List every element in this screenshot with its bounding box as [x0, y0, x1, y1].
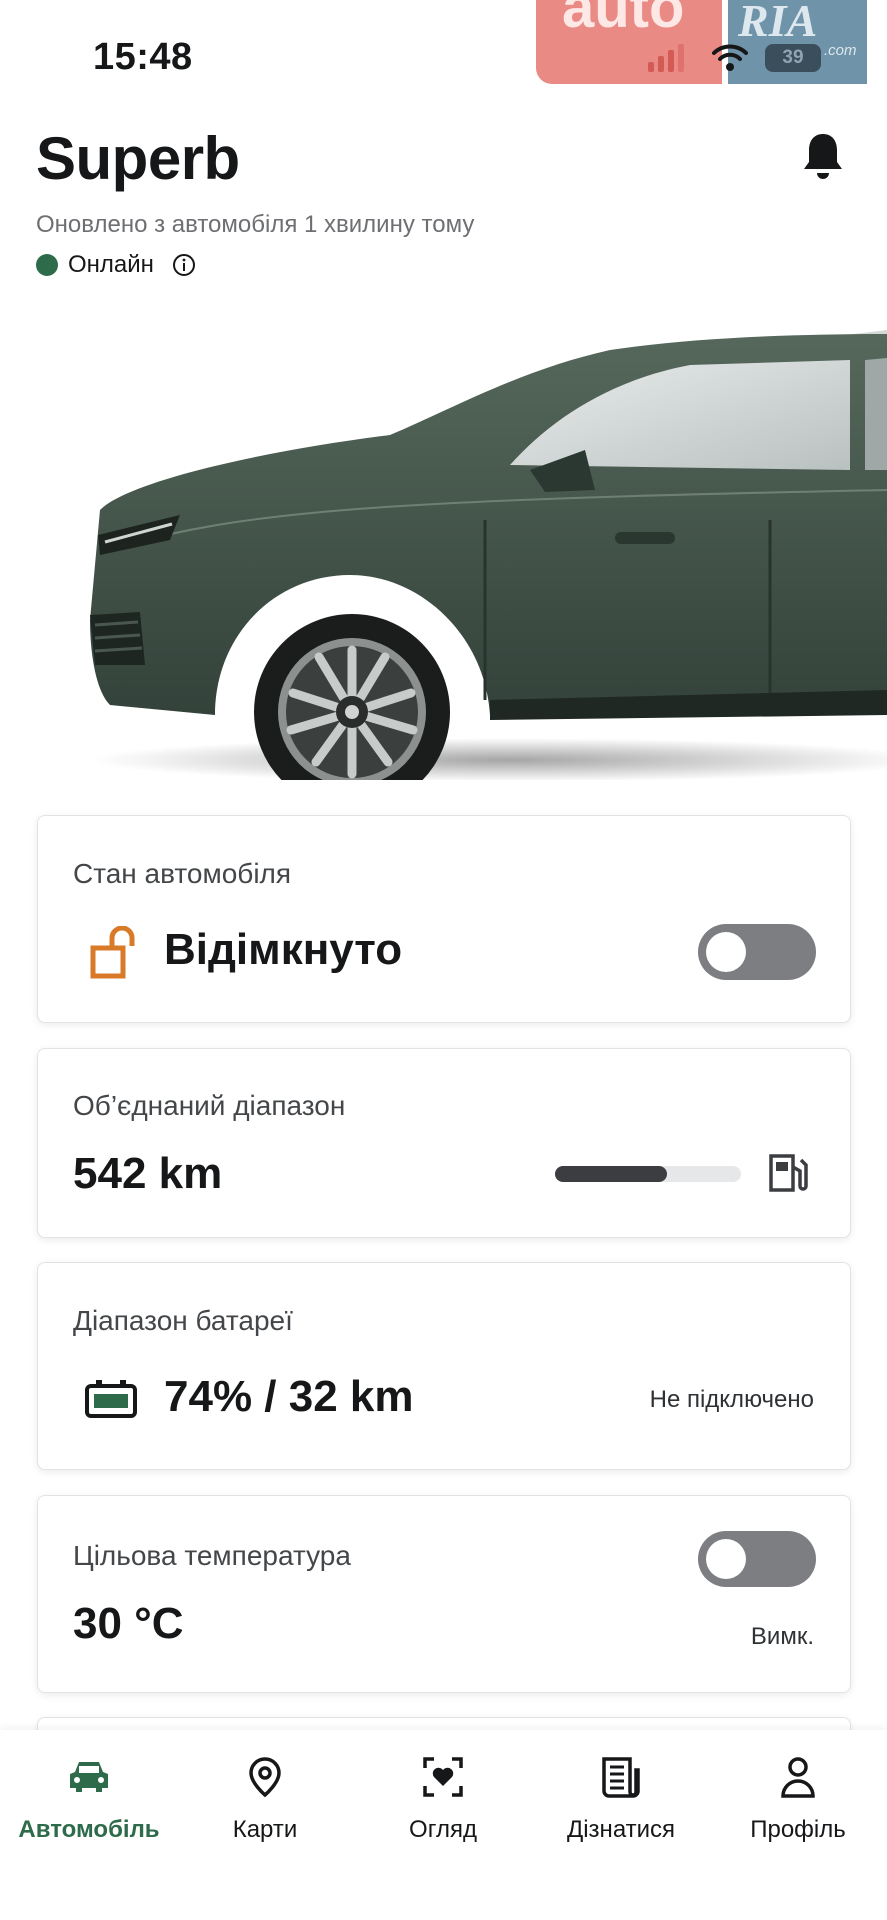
last-updated-text: Оновлено з автомобіля 1 хвилину тому	[36, 211, 475, 238]
vehicle-state-value: Відімкнуто	[164, 925, 403, 974]
status-bar: 15:48 auto RIA .com 39	[0, 0, 887, 110]
nav-maps-label: Карти	[232, 1816, 298, 1843]
target-temperature-card[interactable]: Цільова температура 30 °C Вимк.	[37, 1495, 851, 1693]
nav-profile[interactable]: Профіль	[709, 1730, 887, 1880]
nav-learn[interactable]: Дізнатися	[532, 1730, 710, 1880]
range-progress-bar	[555, 1166, 741, 1182]
online-status: Онлайн	[36, 251, 196, 279]
news-icon	[602, 1757, 640, 1798]
nav-maps[interactable]: Карти	[176, 1730, 354, 1880]
nav-profile-label: Профіль	[750, 1816, 846, 1843]
unlocked-padlock-icon	[90, 926, 135, 979]
nav-overview-label: Огляд	[409, 1816, 477, 1843]
charging-status: Не підключено	[649, 1386, 814, 1413]
nav-car[interactable]: Автомобіль	[0, 1730, 178, 1880]
nav-overview[interactable]: Огляд	[354, 1730, 532, 1880]
online-dot-icon	[36, 254, 58, 276]
notification-bell-icon[interactable]	[800, 130, 846, 182]
info-icon[interactable]	[172, 253, 196, 277]
watermark-ria-text: RIA	[738, 0, 818, 46]
vehicle-state-card[interactable]: Стан автомобіля Відімкнуто	[37, 815, 851, 1023]
combined-range-value: 542 km	[73, 1149, 223, 1198]
watermark-ria-suffix: .com	[824, 42, 857, 59]
battery-range-value: 74% / 32 km	[164, 1372, 414, 1421]
profile-icon	[781, 1757, 815, 1798]
battery-icon	[85, 1380, 137, 1418]
cellular-signal-icon	[648, 44, 684, 72]
status-time: 15:48	[93, 36, 193, 78]
fuel-pump-icon	[769, 1154, 808, 1192]
battery-range-card[interactable]: Діапазон батареї 74% / 32 km Не підключе…	[37, 1262, 851, 1470]
map-pin-icon	[249, 1757, 281, 1798]
battery-indicator: 39	[765, 44, 821, 72]
watermark-auto: auto	[536, 0, 722, 84]
combined-range-card[interactable]: Об’єднаний діапазон 542 km	[37, 1048, 851, 1238]
watermark-auto-text: auto	[562, 0, 685, 40]
car-image	[90, 330, 887, 780]
car-icon	[70, 1762, 108, 1792]
target-temperature-label: Цільова температура	[73, 1540, 351, 1571]
lock-toggle[interactable]	[698, 924, 816, 980]
climate-status: Вимк.	[750, 1623, 814, 1650]
wifi-icon	[712, 44, 748, 71]
bottom-nav: Автомобіль Карти Огляд Дізнатися Профіль	[0, 1730, 887, 1920]
target-temperature-value: 30 °C	[73, 1599, 184, 1648]
nav-learn-label: Дізнатися	[566, 1816, 676, 1843]
climate-toggle[interactable]	[698, 1531, 816, 1587]
combined-range-label: Об’єднаний діапазон	[73, 1090, 346, 1121]
battery-range-label: Діапазон батареї	[73, 1305, 293, 1336]
nav-car-label: Автомобіль	[18, 1816, 160, 1843]
vehicle-state-label: Стан автомобіля	[73, 858, 292, 889]
explore-icon	[423, 1757, 463, 1797]
page-title: Superb	[36, 125, 240, 192]
online-label: Онлайн	[68, 251, 154, 278]
